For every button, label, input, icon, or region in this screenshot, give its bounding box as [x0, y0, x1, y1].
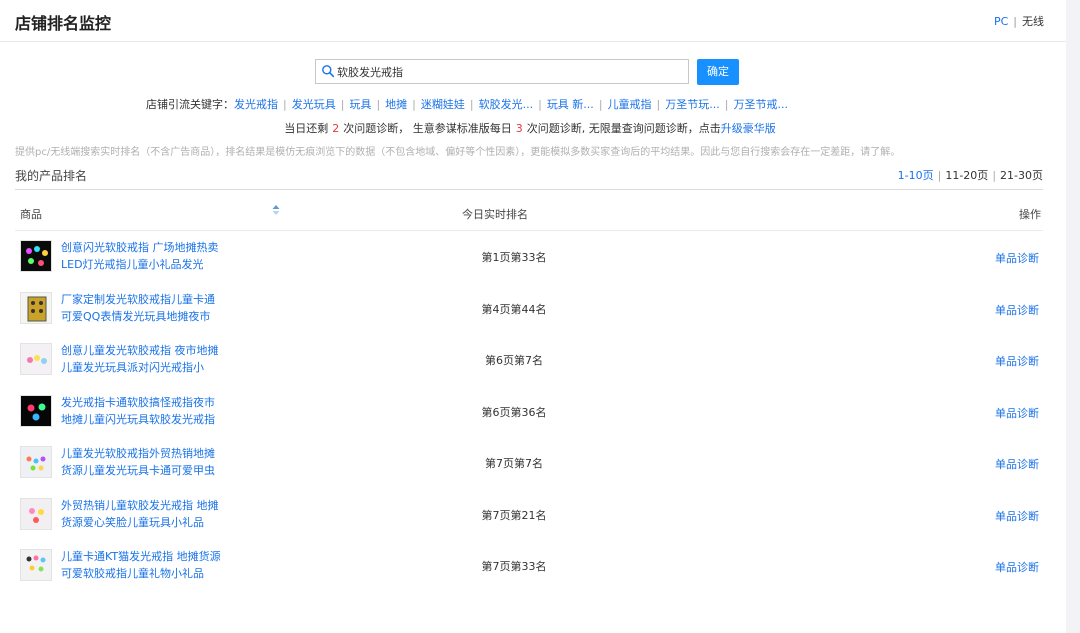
- ranking-table-body: 创意闪光软胶戒指 广场地摊热卖LED灯光戒指儿童小礼品发光 第1页第33名 单品诊断…: [15, 231, 1043, 592]
- table-row: 发光戒指卡通软胶搞怪戒指夜市地摊儿童闪光玩具软胶发光戒指 第6页第36名 单品诊断: [15, 386, 1043, 438]
- keyword-link[interactable]: 儿童戒指: [608, 98, 652, 111]
- table-row: 儿童发光软胶戒指外贸热销地摊货源儿童发光玩具卡通可爱甲虫 第7页第7名 单品诊断: [15, 437, 1043, 489]
- keyword-separator: |: [340, 98, 345, 111]
- rank-value: 第7页第33名: [481, 560, 547, 573]
- keyword-separator: |: [538, 98, 542, 111]
- column-header-product: 商品: [20, 208, 42, 221]
- product-diagnose-link[interactable]: 单品诊断: [995, 250, 1039, 266]
- keyword-link[interactable]: 万圣节玩...: [665, 98, 720, 111]
- product-diagnose-link[interactable]: 单品诊断: [995, 353, 1039, 369]
- keyword-label: 店铺引流关键字：: [146, 98, 234, 111]
- keyword-separator: |: [598, 98, 603, 111]
- product-title-link[interactable]: 创意儿童发光软胶戒指 夜市地摊儿童发光玩具派对闪光戒指小: [61, 342, 221, 376]
- table-row: 厂家定制发光软胶戒指儿童卡通可爱QQ表情发光玩具地摊夜市 第4页第44名 单品诊断: [15, 283, 1043, 335]
- rank-value: 第1页第33名: [481, 251, 547, 264]
- device-switch: PC | 无线: [994, 13, 1044, 29]
- rank-value: 第6页第7名: [485, 354, 543, 367]
- keyword-separator: |: [656, 98, 661, 111]
- rank-value: 第7页第21名: [481, 508, 547, 522]
- device-wireless-link[interactable]: 无线: [1022, 15, 1044, 28]
- product-thumbnail[interactable]: [20, 343, 52, 375]
- keyword-link[interactable]: 玩具: [349, 98, 371, 111]
- keyword-link[interactable]: 玩具 新...: [547, 98, 594, 111]
- page-range-2[interactable]: 11-20页: [945, 169, 988, 182]
- page-header: 店铺排名监控 PC | 无线: [0, 0, 1066, 42]
- divider: [15, 189, 1043, 190]
- keyword-link[interactable]: 迷糊娃娃: [421, 98, 465, 111]
- rank-value: 第7页第7名: [485, 457, 543, 470]
- product-thumbnail[interactable]: [20, 446, 52, 478]
- product-diagnose-link[interactable]: 单品诊断: [995, 302, 1039, 318]
- keyword-list: 店铺引流关键字：发光戒指 | 发光玩具 | 玩具 | 地摊 | 迷糊娃娃 | 软胶发光... | 玩具 …: [146, 96, 788, 112]
- rank-value: 第6页第36名: [481, 405, 547, 419]
- product-thumbnail[interactable]: [20, 394, 52, 427]
- product-title-link[interactable]: 发光戒指卡通软胶搞怪戒指夜市地摊儿童闪光玩具软胶发光戒指: [61, 394, 221, 428]
- sort-icon[interactable]: [272, 205, 280, 215]
- keyword-separator: |: [412, 98, 416, 111]
- product-title-link[interactable]: 厂家定制发光软胶戒指儿童卡通可爱QQ表情发光玩具地摊夜市: [61, 291, 221, 325]
- table-row: 创意闪光软胶戒指 广场地摊热卖LED灯光戒指儿童小礼品发光 第1页第33名 单品诊断: [15, 231, 1043, 283]
- quota-daily: 3: [515, 122, 523, 135]
- disclaimer-text: 提供pc/无线端搜索实时排名（不含广告商品），排名结果是模仿无痕浏览下的数据（不…: [15, 147, 901, 158]
- product-title-link[interactable]: 儿童卡通KT猫发光戒指 地摊货源可爱软胶戒指儿童礼物小礼品: [61, 548, 221, 582]
- page-title: 店铺排名监控: [15, 14, 112, 33]
- keyword-separator: |: [724, 98, 729, 111]
- product-thumbnail[interactable]: [20, 240, 52, 272]
- upgrade-link[interactable]: 升级豪华版: [721, 122, 776, 135]
- product-thumbnail[interactable]: [20, 497, 52, 530]
- keyword-link[interactable]: 发光戒指: [234, 98, 278, 111]
- product-title-link[interactable]: 创意闪光软胶戒指 广场地摊热卖LED灯光戒指儿童小礼品发光: [61, 239, 221, 273]
- product-diagnose-link[interactable]: 单品诊断: [995, 456, 1039, 472]
- keyword-link[interactable]: 万圣节戒...: [733, 98, 788, 111]
- keyword-link[interactable]: 发光玩具: [292, 98, 336, 111]
- confirm-button[interactable]: 确定: [697, 59, 739, 85]
- table-row: 创意儿童发光软胶戒指 夜市地摊儿童发光玩具派对闪光戒指小 第6页第7名 单品诊断: [15, 334, 1043, 386]
- product-title-link[interactable]: 外贸热销儿童软胶发光戒指 地摊货源爱心笑脸儿童玩具小礼品: [61, 497, 221, 531]
- quota-remaining: 2: [332, 122, 340, 135]
- page-range-1[interactable]: 1-10页: [898, 169, 934, 182]
- search-input[interactable]: [337, 60, 682, 83]
- table-row: 儿童卡通KT猫发光戒指 地摊货源可爱软胶戒指儿童礼物小礼品 第7页第33名 单品诊断: [15, 540, 1043, 592]
- keyword-separator: |: [283, 98, 287, 111]
- search-box: [315, 59, 689, 84]
- search-icon: [322, 65, 335, 78]
- device-pc-link[interactable]: PC: [994, 15, 1008, 28]
- keyword-separator: |: [469, 98, 474, 111]
- quota-suffix: 次问题诊断, 无限量查询问题诊断，点击: [526, 122, 721, 135]
- column-header-rank: 今日实时排名: [462, 208, 528, 221]
- keyword-separator: |: [376, 98, 381, 111]
- keyword-link[interactable]: 地摊: [385, 98, 407, 111]
- rank-value: 第4页第44名: [481, 302, 547, 316]
- section-title: 我的产品排名: [15, 169, 88, 183]
- quota-prefix: 当日还剩: [284, 122, 329, 135]
- product-diagnose-link[interactable]: 单品诊断: [995, 559, 1039, 575]
- page-range-selector: 1-10页 | 11-20页 | 21-30页: [897, 169, 1043, 182]
- product-thumbnail[interactable]: [20, 549, 52, 581]
- quota-mid: 次问题诊断， 生意参谋标准版每日: [343, 122, 512, 135]
- product-thumbnail[interactable]: [20, 291, 52, 324]
- table-row: 外贸热销儿童软胶发光戒指 地摊货源爱心笑脸儿童玩具小礼品 第7页第21名 单品诊断: [15, 489, 1043, 541]
- product-title-link[interactable]: 儿童发光软胶戒指外贸热销地摊货源儿童发光玩具卡通可爱甲虫: [61, 445, 221, 479]
- quota-notice: 当日还剩 2 次问题诊断， 生意参谋标准版每日 3 次问题诊断, 无限量查询问题诊断，点…: [0, 120, 1060, 136]
- product-diagnose-link[interactable]: 单品诊断: [995, 405, 1039, 421]
- column-header-action: 操作: [1019, 208, 1041, 221]
- product-diagnose-link[interactable]: 单品诊断: [995, 508, 1039, 524]
- page-range-3[interactable]: 21-30页: [1000, 169, 1043, 182]
- page-scrollbar[interactable]: [1066, 0, 1080, 633]
- keyword-link[interactable]: 软胶发光...: [479, 98, 534, 111]
- device-separator: |: [1013, 15, 1017, 28]
